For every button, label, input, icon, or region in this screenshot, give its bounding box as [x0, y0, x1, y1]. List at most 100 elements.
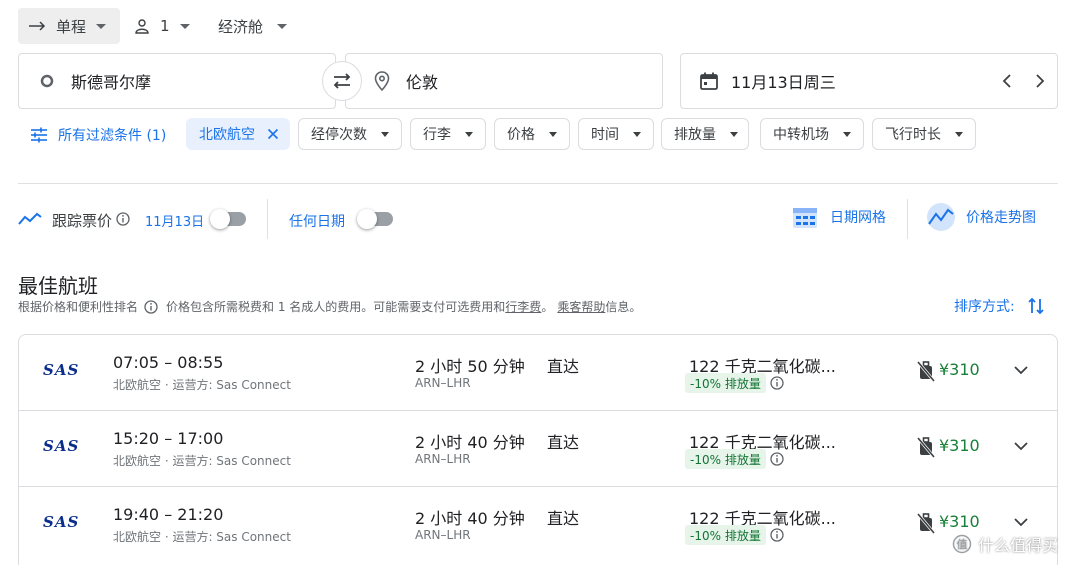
chevron-down-icon	[955, 131, 963, 137]
chevron-down-icon	[96, 23, 107, 29]
all-filters-label: 所有过滤条件 (1)	[58, 128, 167, 144]
flight-row[interactable]: SAS 15:20 – 17:00 北欧航空 · 运营方: Sas Connec…	[19, 411, 1057, 487]
flight-duration: 2 小时 50 分钟	[415, 357, 525, 376]
emission-badge: -10% 排放量	[685, 525, 766, 545]
origin-circle-icon	[40, 74, 54, 88]
price-filter-chip[interactable]: 价格	[494, 118, 570, 150]
results-subtitle: 根据价格和便利性排名 价格包含所需税费和 1 名成人的费用。可能需要支付可选费用…	[18, 298, 641, 315]
chevron-down-icon	[381, 131, 389, 137]
watermark-text: 什么值得买	[978, 536, 1059, 555]
trip-type-select[interactable]: 单程	[18, 8, 120, 44]
no-carry-on-bag-icon	[917, 361, 935, 382]
stops-filter-chip[interactable]: 经停次数	[298, 118, 402, 150]
all-filters-button[interactable]: 所有过滤条件 (1)	[30, 125, 166, 145]
chip-label: 经停次数	[311, 127, 367, 143]
info-icon[interactable]	[116, 212, 130, 226]
origin-field[interactable]: 斯德哥尔摩	[18, 53, 336, 109]
price-graph-icon	[927, 203, 955, 231]
airline-filter-label: 北欧航空	[199, 127, 255, 143]
chevron-down-icon[interactable]	[1013, 365, 1029, 375]
any-date-label: 任何日期	[289, 214, 345, 230]
no-carry-on-bag-icon	[917, 437, 935, 458]
airline-logo: SAS	[43, 513, 80, 531]
filter-sliders-icon	[31, 127, 47, 143]
divider	[267, 199, 268, 239]
chevron-left-icon[interactable]	[1000, 73, 1014, 89]
ranking-text: 根据价格和便利性排名	[18, 300, 139, 314]
origin-value: 斯德哥尔摩	[71, 73, 152, 92]
flight-price: ¥310	[939, 436, 980, 455]
flight-route: ARN–LHR	[415, 452, 471, 466]
airline-operator: 北欧航空 · 运营方: Sas Connect	[113, 530, 291, 544]
info-icon[interactable]	[144, 299, 158, 314]
chevron-right-icon[interactable]	[1033, 73, 1047, 89]
cabin-select[interactable]: 经济舱	[218, 8, 288, 44]
passenger-select[interactable]: 1	[134, 8, 190, 44]
info-icon[interactable]	[770, 376, 784, 390]
chevron-down-icon	[843, 131, 851, 137]
flight-row[interactable]: SAS 19:40 – 21:20 北欧航空 · 运营方: Sas Connec…	[19, 487, 1057, 563]
airline-operator: 北欧航空 · 运营方: Sas Connect	[113, 454, 291, 468]
duration-filter-chip[interactable]: 飞行时长	[872, 118, 976, 150]
connecting-airports-filter-chip[interactable]: 中转机场	[760, 118, 864, 150]
passenger-count: 1	[160, 17, 170, 35]
flight-stops: 直达	[547, 509, 580, 528]
divider	[907, 199, 908, 239]
track-date-toggle[interactable]	[210, 209, 246, 229]
separator-text: 。	[541, 300, 554, 314]
flight-route: ARN–LHR	[415, 376, 471, 390]
chevron-down-icon	[277, 23, 288, 29]
info-suffix-text: 信息。	[605, 300, 642, 314]
results-title: 最佳航班	[18, 274, 98, 298]
chevron-down-icon	[465, 131, 473, 137]
sort-arrows-icon	[1028, 297, 1044, 315]
swap-button[interactable]	[322, 61, 362, 101]
bags-filter-chip[interactable]: 行李	[410, 118, 486, 150]
destination-field[interactable]: 伦敦	[345, 53, 663, 109]
time-filter-chip[interactable]: 时间	[578, 118, 654, 150]
flight-times: 15:20 – 17:00	[113, 429, 224, 448]
cabin-label: 经济舱	[218, 17, 264, 36]
chevron-down-icon[interactable]	[1013, 517, 1029, 527]
flight-stops: 直达	[547, 357, 580, 376]
chip-label: 中转机场	[773, 127, 829, 143]
any-date-toggle[interactable]	[357, 209, 393, 229]
date-grid-label: 日期网格	[830, 210, 886, 226]
passenger-help-link[interactable]: 乘客帮助	[557, 298, 605, 315]
chevron-down-icon[interactable]	[1013, 441, 1029, 451]
emissions-filter-chip[interactable]: 排放量	[661, 118, 749, 150]
flight-row[interactable]: SAS 07:05 – 08:55 北欧航空 · 运营方: Sas Connec…	[19, 335, 1057, 411]
airline-filter-chip[interactable]: 北欧航空	[186, 118, 290, 150]
close-icon[interactable]	[267, 128, 279, 140]
trend-line-icon	[18, 212, 42, 225]
chip-label: 行李	[423, 127, 451, 143]
destination-value: 伦敦	[406, 73, 439, 92]
track-date-label: 11月13日	[145, 215, 205, 230]
baggage-fee-link[interactable]: 行李费	[505, 298, 541, 315]
chevron-down-icon	[633, 131, 641, 137]
chip-label: 飞行时长	[885, 127, 941, 143]
price-graph-button[interactable]: 价格走势图	[926, 202, 1036, 232]
flight-price: ¥310	[939, 512, 980, 531]
person-icon	[135, 19, 149, 34]
airline-operator: 北欧航空 · 运营方: Sas Connect	[113, 378, 291, 392]
trip-type-label: 单程	[56, 17, 87, 36]
no-carry-on-bag-icon	[917, 513, 935, 534]
svg-text:值: 值	[957, 538, 968, 551]
watermark-logo-icon: 值	[952, 534, 972, 554]
track-prices-label: 跟踪票价	[52, 212, 113, 230]
flight-stops: 直达	[547, 433, 580, 452]
flight-route: ARN–LHR	[415, 528, 471, 542]
date-grid-button[interactable]: 日期网格	[792, 204, 886, 230]
arrow-right-icon	[29, 21, 46, 31]
date-grid-icon	[793, 208, 817, 228]
emission-badge: -10% 排放量	[685, 449, 766, 469]
watermark: 值 什么值得买	[952, 532, 1058, 556]
divider	[18, 183, 1058, 184]
airline-logo: SAS	[43, 361, 80, 379]
flight-duration: 2 小时 40 分钟	[415, 509, 525, 528]
sort-button[interactable]: 排序方式:	[954, 296, 1045, 316]
info-icon[interactable]	[770, 528, 784, 542]
flight-times: 07:05 – 08:55	[113, 353, 224, 372]
info-icon[interactable]	[770, 452, 784, 466]
